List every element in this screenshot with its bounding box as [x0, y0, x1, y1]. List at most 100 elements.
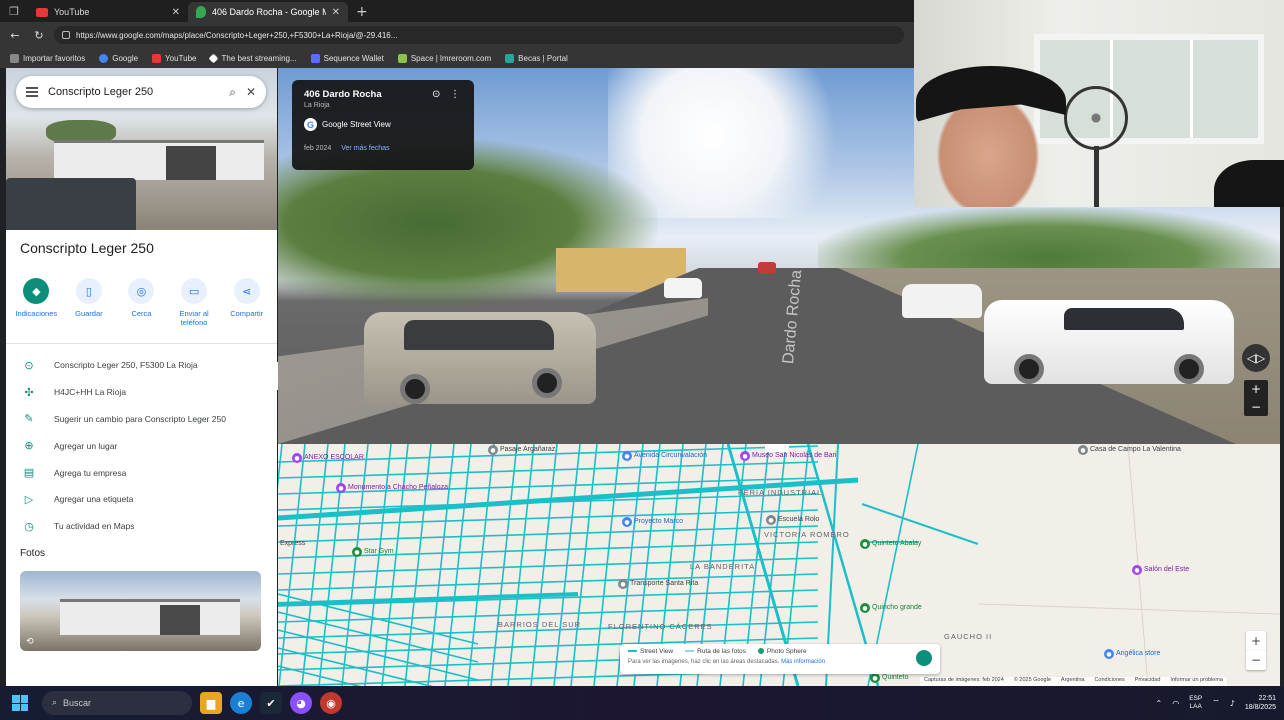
map-label[interactable]: Salón del Este [1144, 566, 1189, 573]
fan [1064, 86, 1128, 150]
chrome-icon[interactable]: ◉ [320, 692, 342, 714]
map-label[interactable]: Star Gym [364, 548, 394, 555]
add-label-row[interactable]: ▷ Agregar una etiqueta [6, 486, 277, 513]
share-button[interactable]: ⋖ Compartir [222, 278, 272, 327]
street-view-photo-thumbnail[interactable]: ⟲ [20, 571, 261, 651]
close-tab-icon[interactable]: ✕ [172, 7, 180, 18]
map-zoom-in-button[interactable]: + [1246, 631, 1266, 651]
search-input[interactable] [48, 86, 220, 98]
place-pin-icon[interactable]: ● [1078, 445, 1088, 455]
map-zoom-out-button[interactable]: − [1246, 650, 1266, 670]
discord-icon[interactable]: ◕ [290, 692, 312, 714]
directions-button[interactable]: ◆ Indicaciones [11, 278, 61, 327]
map-drag-handle[interactable] [765, 444, 789, 452]
edge-icon[interactable]: e [230, 692, 252, 714]
street-line [507, 444, 535, 686]
place-pin-icon[interactable]: ● [336, 483, 346, 493]
bookmark-youtube[interactable]: YouTube [152, 53, 196, 63]
bookmark-streaming[interactable]: The best streaming... [209, 53, 297, 63]
back-icon[interactable]: ← [6, 26, 24, 44]
save-button[interactable]: ▯ Guardar [64, 278, 114, 327]
add-business-row[interactable]: ▤ Agrega tu empresa [6, 459, 277, 486]
sv-brand: G Google Street View [304, 118, 462, 131]
sv-car-white [984, 300, 1234, 384]
map-label[interactable]: Quinteto [882, 674, 908, 681]
place-pin-icon[interactable]: ● [622, 517, 632, 527]
wifi-icon[interactable]: ⌔ [1212, 698, 1220, 708]
send-to-phone-button[interactable]: ▭ Enviar al teléfono [169, 278, 219, 327]
suggest-edit-row[interactable]: ✎ Sugerir un cambio para Conscripto Leger… [6, 406, 277, 433]
zoom-out-button[interactable]: − [1244, 398, 1268, 416]
place-pin-icon[interactable]: ● [766, 515, 776, 525]
map-label[interactable]: Proyecto Marco [634, 518, 683, 525]
map-label[interactable]: Quinteto Abalay [872, 540, 921, 547]
place-pin-icon[interactable]: ● [860, 603, 870, 613]
location-pin-icon[interactable]: ⊙ [432, 89, 440, 100]
map-label[interactable]: Museo San Nicolás de Bari [752, 452, 836, 459]
site-info-icon[interactable] [62, 31, 70, 39]
youtube-icon [152, 53, 162, 63]
place-pin-icon[interactable]: ● [488, 445, 498, 455]
close-icon[interactable]: ✕ [246, 85, 256, 99]
zoom-in-button[interactable]: + [1244, 380, 1268, 398]
add-place-icon: ⊕ [24, 439, 34, 453]
place-pin-icon[interactable]: ● [870, 673, 880, 683]
steam-icon[interactable]: ✔ [260, 692, 282, 714]
new-tab-icon[interactable]: + [348, 2, 376, 22]
place-pin-icon[interactable]: ● [618, 579, 628, 589]
place-pin-icon[interactable]: ● [292, 453, 302, 463]
map-label[interactable]: Escuela Rolo [778, 516, 819, 523]
map-label[interactable]: Pasaje Argañaraz [500, 446, 555, 453]
nearby-button[interactable]: ◎ Cerca [116, 278, 166, 327]
map-label[interactable]: Casa de Campo La Valentina [1090, 446, 1181, 453]
file-explorer-icon[interactable]: ▆ [200, 692, 222, 714]
tab-youtube[interactable]: YouTube ✕ [28, 2, 188, 22]
more-options-icon[interactable]: ⋮ [450, 89, 460, 100]
map-label[interactable]: Angélica store [1116, 650, 1160, 657]
place-pin-icon[interactable]: ● [740, 451, 750, 461]
sv-car-red [758, 262, 776, 274]
bookmark-import[interactable]: Importar favoritos [10, 53, 85, 63]
tab-actions-icon[interactable]: ❐ [0, 0, 28, 22]
search-icon[interactable]: ⌕ [229, 85, 236, 100]
windows-start-icon[interactable] [12, 695, 28, 711]
map-label[interactable]: Quincho grande [872, 604, 922, 611]
bookmark-space[interactable]: Space | lmreroom.com [397, 53, 491, 63]
menu-icon[interactable] [26, 87, 38, 97]
tab-google-maps[interactable]: 406 Dardo Rocha - Google Maps ✕ [188, 2, 348, 22]
address-row[interactable]: ⊙ Conscripto Leger 250, F5300 La Rioja [6, 352, 277, 379]
place-pin-icon[interactable]: ● [1132, 565, 1142, 575]
maps-activity-row[interactable]: ◷ Tu actividad en Maps [6, 513, 277, 540]
bookmark-google[interactable]: Google [99, 53, 138, 63]
more-dates-link[interactable]: Ver más fechas [341, 145, 389, 152]
place-pin-icon[interactable]: ● [860, 539, 870, 549]
place-pin-icon[interactable]: ● [352, 547, 362, 557]
map-label[interactable]: ANEXO ESCOLAR [304, 454, 364, 461]
phone-icon: ▭ [181, 278, 208, 304]
volume-icon[interactable]: ♪ [1230, 699, 1235, 708]
plus-code-row[interactable]: ✣ H4JC+HH La Rioja [6, 379, 277, 406]
place-pin-icon[interactable]: ● [622, 451, 632, 461]
map-label[interactable]: Transporte Santa Rita [630, 580, 698, 587]
close-tab-icon[interactable]: ✕ [332, 7, 340, 18]
taskbar-search[interactable]: ⌕ Buscar [42, 691, 192, 715]
place-pin-icon[interactable]: ● [1104, 649, 1114, 659]
sv-car-far [664, 278, 702, 298]
legend-swatch [685, 650, 695, 653]
fan-stand [1094, 146, 1099, 207]
add-place-row[interactable]: ⊕ Agregar un lugar [6, 432, 277, 459]
address-bar[interactable]: https://www.google.com/maps/place/Conscr… [54, 26, 904, 44]
map-label[interactable]: Express [280, 540, 305, 547]
map-label[interactable]: Avenida Circunvalación [634, 452, 707, 459]
language-indicator[interactable]: ESP LAA [1189, 695, 1202, 711]
compass-icon[interactable]: ◁▷ [1242, 344, 1270, 372]
map-label[interactable]: Monumento a Chacho Peñaloza [348, 484, 448, 491]
reload-icon[interactable]: ↻ [30, 26, 48, 44]
more-info-link[interactable]: Más información [781, 659, 825, 665]
taskbar-clock[interactable]: 22:51 18/8/2025 [1245, 694, 1276, 712]
show-hidden-icons-icon[interactable]: ⌃ [1156, 699, 1163, 708]
bookmark-sequence[interactable]: Sequence Wallet [310, 53, 384, 63]
network-icon[interactable]: ◠ [1172, 699, 1179, 708]
street-view-layer-toggle[interactable] [916, 650, 932, 666]
bookmark-becas[interactable]: Becas | Portal [505, 53, 568, 63]
